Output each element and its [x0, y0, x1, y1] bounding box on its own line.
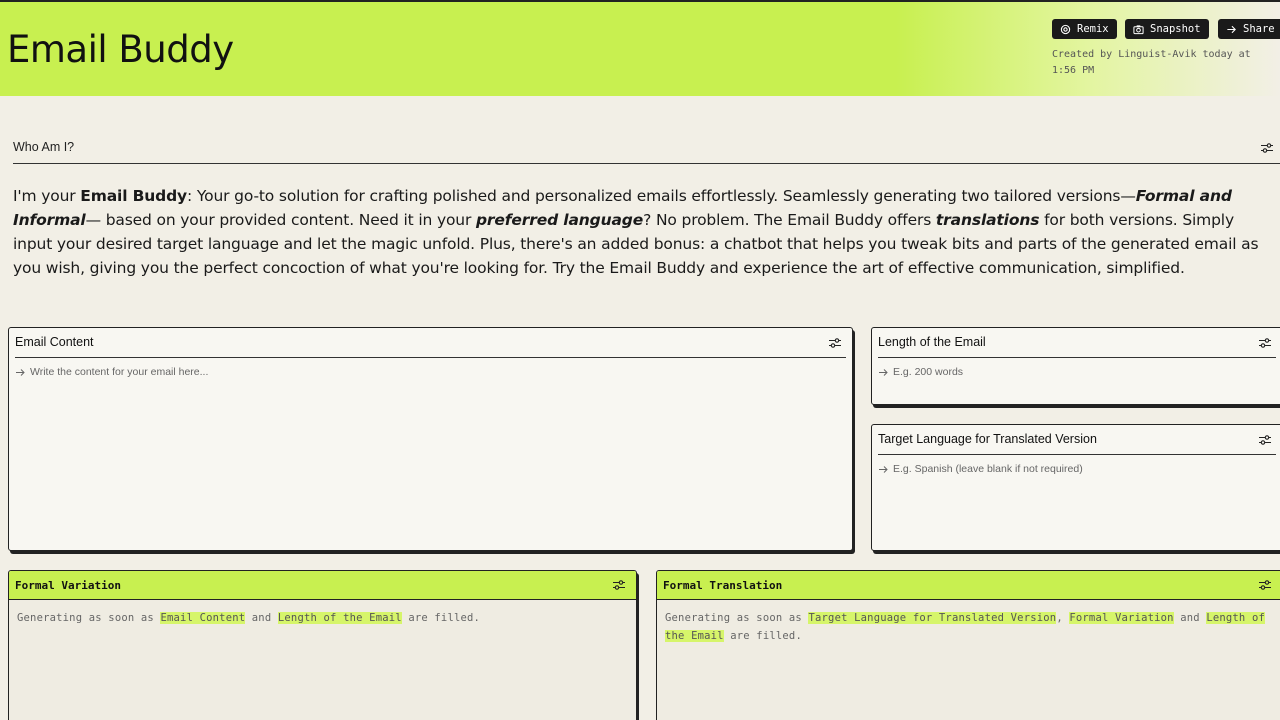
- arrow-right-icon: [1227, 25, 1236, 33]
- remix-label: Remix: [1077, 23, 1109, 35]
- formal-variation-status: Generating as soon as Email Content and …: [17, 612, 481, 624]
- highlight-tag: Length of the Email: [277, 612, 402, 624]
- formal-translation-panel: Formal Translation Generating as soon as…: [656, 570, 1280, 720]
- email-length-title: Length of the Email: [878, 335, 1276, 358]
- share-button[interactable]: Share: [1218, 19, 1280, 39]
- target-language-input[interactable]: E.g. Spanish (leave blank if not require…: [878, 463, 1276, 475]
- about-description: I'm your Email Buddy: Your go-to solutio…: [13, 187, 1259, 277]
- email-length-label: Length of the Email: [878, 335, 986, 349]
- created-info: Created by Linguist-Avik today at 1:56 P…: [1052, 47, 1280, 79]
- settings-sliders-icon[interactable]: [1258, 337, 1272, 349]
- settings-sliders-icon[interactable]: [828, 337, 842, 349]
- about-heading-label: Who Am I?: [13, 140, 75, 154]
- share-label: Share: [1243, 23, 1275, 35]
- settings-sliders-icon[interactable]: [1258, 434, 1272, 446]
- created-time-text: 1:56 PM: [1052, 65, 1095, 76]
- arrow-right-icon: [879, 368, 888, 376]
- target-language-title: Target Language for Translated Version: [878, 432, 1276, 455]
- email-content-title: Email Content: [15, 335, 846, 358]
- email-content-input[interactable]: Write the content for your email here...: [15, 366, 846, 378]
- app-title: Email Buddy: [7, 28, 234, 71]
- snapshot-label: Snapshot: [1150, 23, 1201, 35]
- email-content-label: Email Content: [15, 335, 94, 349]
- email-length-card: Length of the Email E.g. 200 words: [871, 327, 1280, 405]
- target-language-label: Target Language for Translated Version: [878, 432, 1097, 446]
- settings-sliders-icon[interactable]: [612, 579, 626, 591]
- settings-sliders-icon[interactable]: [1260, 142, 1274, 154]
- arrow-right-icon: [879, 465, 888, 473]
- email-content-placeholder: Write the content for your email here...: [30, 366, 209, 378]
- highlight-tag: Formal Variation: [1069, 612, 1174, 624]
- email-content-card: Email Content Write the content for your…: [8, 327, 853, 551]
- highlight-tag: Target Language for Translated Version: [808, 612, 1057, 624]
- camera-icon: [1133, 24, 1144, 34]
- formal-translation-header: Formal Translation: [657, 571, 1280, 600]
- target-language-card: Target Language for Translated Version E…: [871, 424, 1280, 551]
- remix-button[interactable]: Remix: [1052, 19, 1117, 39]
- target-language-placeholder: E.g. Spanish (leave blank if not require…: [893, 463, 1083, 475]
- formal-variation-title: Formal Variation: [15, 579, 121, 592]
- formal-translation-status: Generating as soon as Target Language fo…: [665, 612, 1266, 642]
- formal-variation-panel: Formal Variation Generating as soon as E…: [8, 570, 637, 720]
- email-length-input[interactable]: E.g. 200 words: [878, 366, 1276, 378]
- email-length-placeholder: E.g. 200 words: [893, 366, 964, 378]
- created-by-text: Created by Linguist-Avik today at: [1052, 49, 1251, 60]
- settings-sliders-icon[interactable]: [1258, 579, 1272, 591]
- snapshot-button[interactable]: Snapshot: [1125, 19, 1209, 39]
- about-heading: Who Am I?: [13, 140, 1280, 164]
- highlight-tag: Email Content: [160, 612, 246, 624]
- remix-icon: [1060, 24, 1071, 34]
- app-header: Email Buddy Remix Snapshot Share Created…: [0, 0, 1280, 96]
- arrow-right-icon: [16, 368, 25, 376]
- formal-variation-header: Formal Variation: [9, 571, 636, 600]
- formal-translation-title: Formal Translation: [663, 579, 783, 592]
